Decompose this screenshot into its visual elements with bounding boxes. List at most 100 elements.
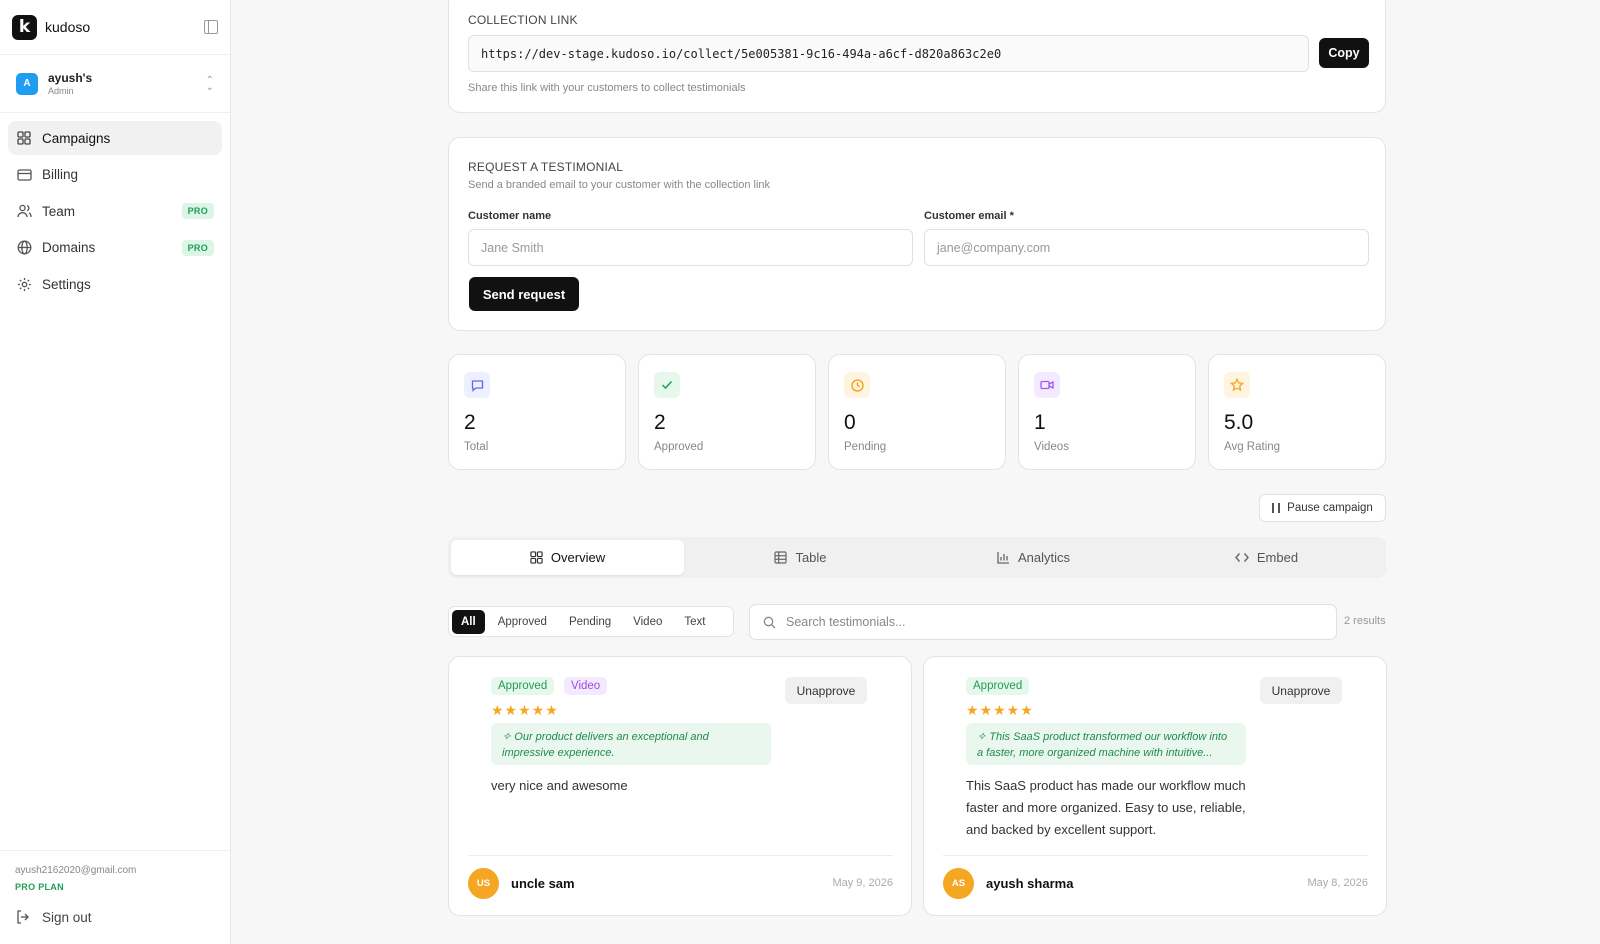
- stat-value: 0: [844, 411, 856, 434]
- author-name: ayush sharma: [986, 876, 1074, 891]
- sidebar-item-billing[interactable]: Billing: [8, 158, 222, 192]
- kudoso-logo[interactable]: k: [12, 14, 37, 40]
- brand: k kudoso: [0, 0, 230, 55]
- testimonial-card: Approved ★★★★★ Unapprove ✧ This SaaS pro…: [923, 656, 1387, 916]
- ai-summary-text: This SaaS product transformed our workfl…: [977, 731, 1228, 759]
- stat-label: Pending: [844, 441, 887, 453]
- sidebar-item-label: Billing: [42, 167, 79, 182]
- sidebar: k kudoso A ayush's Admin ⌃ ⌄ Campaigns Bi…: [0, 0, 231, 944]
- results-count: 2 results: [1344, 615, 1386, 627]
- pro-badge: PRO: [181, 203, 214, 219]
- tab-embed[interactable]: Embed: [1150, 540, 1383, 575]
- stat-card-pending: 0 Pending: [828, 354, 1006, 470]
- stat-card-videos: 1 Videos: [1018, 354, 1196, 470]
- stat-card-avg-rating: 5.0 Avg Rating: [1208, 354, 1386, 470]
- stat-label: Approved: [654, 441, 704, 453]
- rating-stars: ★★★★★: [491, 702, 559, 718]
- stat-value: 1: [1034, 411, 1046, 434]
- customer-email-label: Customer email *: [924, 210, 1014, 222]
- filter-chips: All Approved Pending Video Text: [448, 606, 734, 637]
- star-icon: [1224, 372, 1250, 398]
- pro-badge: PRO: [181, 239, 214, 256]
- pause-campaign-label: Pause campaign: [1287, 502, 1373, 514]
- tab-analytics[interactable]: Analytics: [917, 540, 1150, 575]
- grid-icon: [16, 130, 32, 146]
- gear-icon: [16, 276, 32, 292]
- tab-overview[interactable]: Overview: [451, 540, 684, 575]
- pause-icon: [1272, 503, 1281, 513]
- tab-table[interactable]: Table: [684, 540, 917, 575]
- stat-label: Avg Rating: [1224, 441, 1281, 453]
- filter-video[interactable]: Video: [624, 610, 671, 634]
- sparkle-icon: ✧: [502, 731, 515, 743]
- type-badge: Video: [564, 677, 608, 695]
- workspace-switcher[interactable]: A ayush's Admin ⌃ ⌄: [0, 55, 230, 113]
- ai-summary-text: Our product delivers an exceptional and …: [502, 731, 709, 759]
- testimonial-date: May 8, 2026: [1307, 877, 1368, 889]
- filter-text[interactable]: Text: [675, 610, 714, 634]
- status-badge: Approved: [491, 677, 555, 695]
- unapprove-button[interactable]: Unapprove: [1260, 677, 1342, 704]
- tab-label: Table: [795, 550, 827, 565]
- customer-name-input[interactable]: Jane Smith: [468, 229, 913, 266]
- sidebar-item-label: Team: [42, 203, 76, 219]
- pause-campaign-button[interactable]: Pause campaign: [1259, 494, 1386, 522]
- divider: [943, 855, 1368, 856]
- testimonial-text: very nice and awesome: [491, 778, 628, 793]
- avatar: AS: [943, 868, 974, 899]
- avatar: US: [468, 868, 499, 899]
- table-icon: [774, 551, 788, 564]
- collection-link-card: COLLECTION LINK https://dev-stage.kudoso…: [448, 0, 1386, 113]
- sidebar-collapse-icon[interactable]: [204, 20, 218, 34]
- main-content: COLLECTION LINK https://dev-stage.kudoso…: [231, 0, 1600, 944]
- chevron-up-down-icon: ⌃ ⌄: [205, 74, 214, 93]
- sidebar-item-label: Settings: [42, 276, 91, 292]
- rating-stars: ★★★★★: [966, 702, 1034, 718]
- sidebar-item-label: Campaigns: [42, 130, 111, 146]
- send-request-button[interactable]: Send request: [469, 277, 579, 311]
- sidebar-footer: ayush2162020@gmail.com PRO PLAN Sign out: [0, 850, 230, 944]
- app-name: kudoso: [45, 19, 91, 35]
- plan-label: PRO PLAN: [15, 882, 64, 892]
- sidebar-item-settings[interactable]: Settings: [8, 267, 222, 301]
- sign-out-button[interactable]: Sign out: [15, 909, 215, 925]
- stat-value: 2: [654, 411, 666, 434]
- status-badge: Approved: [966, 677, 1030, 695]
- users-icon: [16, 203, 32, 219]
- customer-email-input[interactable]: jane@company.com: [924, 229, 1369, 266]
- filter-all[interactable]: All: [452, 609, 485, 634]
- sign-out-icon: [15, 909, 31, 925]
- testimonial-card: Approved Video ★★★★★ Unapprove ✧ Our pro…: [448, 656, 912, 916]
- collection-link-field[interactable]: https://dev-stage.kudoso.io/collect/5e00…: [468, 35, 1309, 72]
- filter-pending[interactable]: Pending: [560, 610, 620, 634]
- unapprove-button[interactable]: Unapprove: [785, 677, 867, 704]
- divider: [468, 855, 893, 856]
- workspace-name: ayush's: [48, 71, 93, 85]
- request-title: REQUEST A TESTIMONIAL: [468, 160, 624, 174]
- ai-summary: ✧ Our product delivers an exceptional an…: [491, 723, 771, 765]
- testimonial-text: This SaaS product has made our workflow …: [966, 778, 1246, 837]
- credit-card-icon: [16, 167, 32, 183]
- sidebar-nav: Campaigns Billing Team PRO Domains PRO S…: [0, 113, 230, 312]
- stat-label: Videos: [1034, 441, 1069, 453]
- grid-icon: [530, 551, 543, 564]
- code-icon: [1234, 552, 1249, 563]
- copy-button[interactable]: Copy: [1319, 38, 1369, 68]
- sidebar-item-label: Domains: [42, 240, 96, 255]
- sidebar-item-campaigns[interactable]: Campaigns: [8, 121, 222, 155]
- sidebar-item-team[interactable]: Team PRO: [8, 194, 222, 228]
- filter-approved[interactable]: Approved: [489, 610, 556, 634]
- sidebar-item-domains[interactable]: Domains PRO: [8, 231, 222, 265]
- view-tabs: Overview Table Analytics Embed: [448, 537, 1386, 578]
- testimonial-date: May 9, 2026: [832, 877, 893, 889]
- search-placeholder: Search testimonials...: [786, 615, 906, 629]
- stat-label: Total: [464, 441, 489, 453]
- video-icon: [1034, 372, 1060, 398]
- search-input[interactable]: Search testimonials...: [749, 604, 1337, 640]
- collection-link-title: COLLECTION LINK: [468, 13, 578, 27]
- sign-out-label: Sign out: [42, 909, 92, 925]
- collection-link-hint: Share this link with your customers to c…: [468, 82, 746, 94]
- tab-label: Embed: [1256, 550, 1299, 565]
- stat-card-approved: 2 Approved: [638, 354, 816, 470]
- search-icon: [763, 616, 776, 629]
